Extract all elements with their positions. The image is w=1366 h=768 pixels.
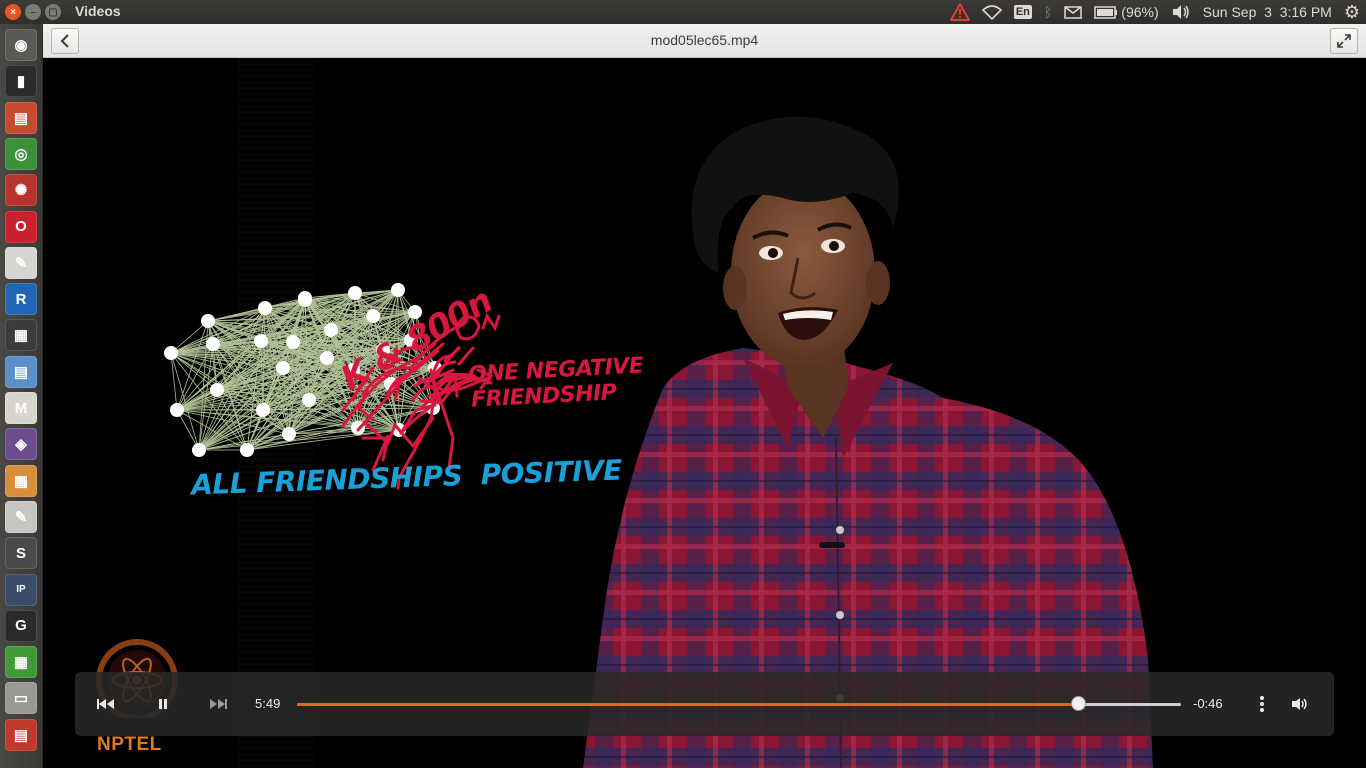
launcher-drive-icon[interactable]: ▭ <box>5 682 37 715</box>
launcher-media-player-icon[interactable]: ◈ <box>5 428 37 461</box>
window-maximize-button[interactable]: ▢ <box>45 4 61 20</box>
launcher-text-editor-icon[interactable]: ✎ <box>5 500 37 533</box>
launcher-opera-icon[interactable]: O <box>5 210 37 243</box>
wifi-icon[interactable] <box>976 0 1008 24</box>
volume-icon[interactable] <box>1165 0 1197 24</box>
lapel-microphone <box>819 542 845 548</box>
launcher-sublime-icon[interactable]: S <box>5 537 37 570</box>
battery-percent: (96%) <box>1121 4 1159 20</box>
skip-back-icon <box>97 699 114 709</box>
app-title: Videos <box>75 3 121 19</box>
keyboard-layout-indicator[interactable]: En <box>1008 0 1038 24</box>
launcher-chrome-icon[interactable]: ◎ <box>5 137 37 170</box>
battery-indicator[interactable]: (96%) <box>1088 0 1164 24</box>
window-close-button[interactable]: × <box>5 4 21 20</box>
bluetooth-icon[interactable]: ᛒ <box>1038 0 1058 24</box>
launcher-terminal-icon[interactable]: ▮ <box>5 65 37 98</box>
mail-icon[interactable] <box>1058 0 1088 24</box>
launcher-gephi-icon[interactable]: G <box>5 609 37 642</box>
warning-icon[interactable] <box>944 0 976 24</box>
headerbar: mod05lec65.mp4 <box>43 24 1366 58</box>
elapsed-time: 5:49 <box>255 696 281 711</box>
shirt-button <box>836 526 844 534</box>
launcher-dash-icon[interactable]: ◉ <box>5 29 37 61</box>
battery-icon <box>1094 5 1118 19</box>
launcher-r-lang-icon[interactable]: R <box>5 283 37 316</box>
top-panel: × – ▢ Videos En ᛒ (96%) Sun Sep 3 3:16 P… <box>0 0 1366 24</box>
video-title: mod05lec65.mp4 <box>650 32 759 48</box>
shirt-button <box>836 611 844 619</box>
window-minimize-button[interactable]: – <box>25 4 41 20</box>
launcher-gmail-icon[interactable]: M <box>5 392 37 424</box>
presenter-figure <box>583 116 1153 768</box>
more-options-button[interactable] <box>1251 693 1273 715</box>
launcher-impress-icon[interactable]: ▦ <box>5 464 37 497</box>
launcher-settings-app-icon[interactable]: ✺ <box>5 174 37 207</box>
seek-handle[interactable] <box>1070 696 1086 711</box>
seek-bar[interactable] <box>297 696 1181 711</box>
skip-forward-icon <box>210 699 227 709</box>
seek-bar-progress <box>297 703 1078 706</box>
skip-back-button[interactable] <box>95 693 117 715</box>
launcher-trash-icon[interactable]: ▤ <box>5 718 37 751</box>
remaining-time: -0:46 <box>1193 696 1223 711</box>
clock[interactable]: Sun Sep 3 3:16 PM <box>1197 0 1338 24</box>
lang-label: En <box>1013 5 1032 19</box>
fullscreen-button[interactable] <box>1330 28 1358 54</box>
player-controls: 5:49 -0:46 <box>75 672 1334 736</box>
indicator-area: En ᛒ (96%) Sun Sep 3 3:16 PM ⚙ <box>944 0 1366 24</box>
vertical-dots-icon <box>1260 696 1264 712</box>
pause-button[interactable] <box>152 693 174 715</box>
launcher-video-editor-icon[interactable]: ▦ <box>5 319 37 352</box>
expand-icon <box>1337 34 1351 48</box>
launcher-pdf-viewer-icon[interactable]: ✎ <box>5 246 37 279</box>
pause-icon <box>159 699 167 709</box>
launcher-document-viewer-icon[interactable]: ▤ <box>5 355 37 388</box>
launcher: ◉ ▮ ▤ ◎ ✺ O ✎ R ▦ ▤ M ◈ ▦ ✎ S IP G ▦ ▭ ▤ <box>0 24 43 768</box>
speaker-icon <box>1292 698 1307 710</box>
launcher-calc-icon[interactable]: ▦ <box>5 646 37 679</box>
volume-button[interactable] <box>1289 693 1311 715</box>
launcher-ipython-icon[interactable]: IP <box>5 573 37 606</box>
nptel-logo-text: NPTEL <box>97 734 162 755</box>
system-gear-icon[interactable]: ⚙ <box>1338 0 1366 24</box>
launcher-files-icon[interactable]: ▤ <box>5 101 37 134</box>
video-area[interactable]: ONE NEGATIVE FRIENDSHIP K & 800n ALL FRI… <box>43 58 1366 768</box>
skip-forward-button[interactable] <box>207 693 229 715</box>
